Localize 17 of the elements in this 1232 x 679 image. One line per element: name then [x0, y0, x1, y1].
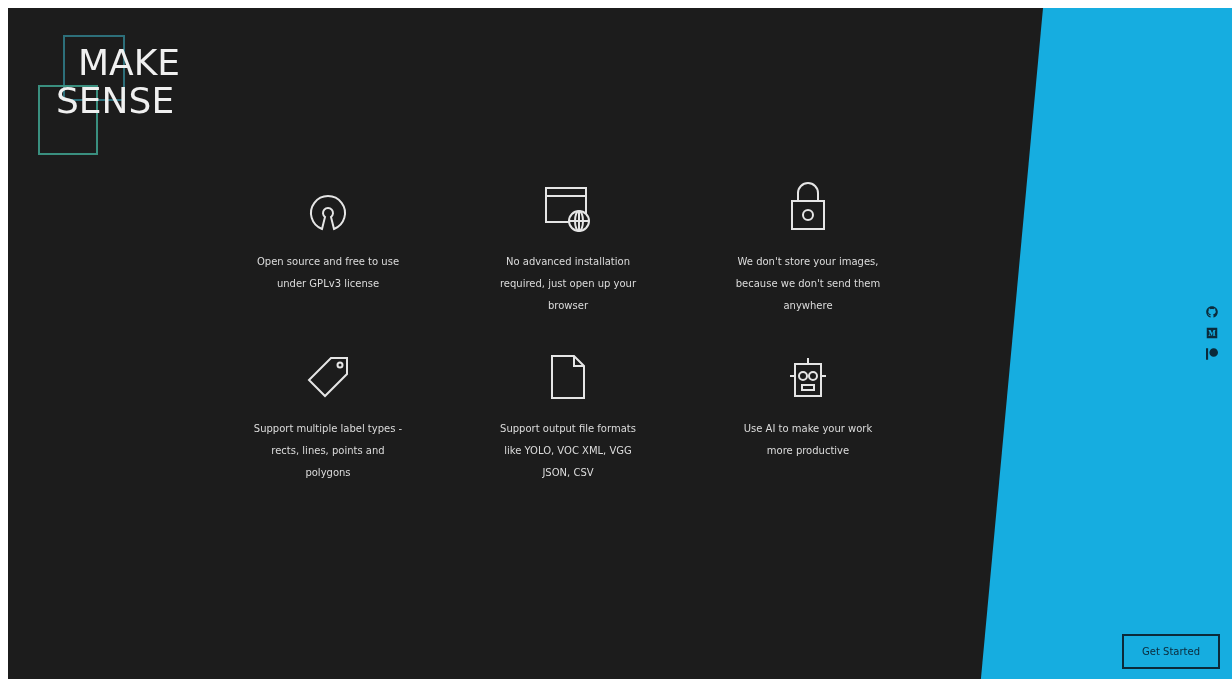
feature-description: Support multiple label types - rects, lines, points and polygons — [253, 422, 403, 480]
p-logo-icon[interactable] — [1206, 348, 1218, 360]
open-source-icon — [308, 193, 348, 233]
feature-description: Use AI to make your work more productive — [742, 422, 874, 458]
get-started-button[interactable]: Get Started — [1122, 634, 1220, 669]
browser-globe-icon — [543, 185, 593, 233]
feature-description: We don't store your images, because we don't send them anywhere — [734, 255, 882, 313]
feature-description: No advanced installation required, just open up your browser — [498, 255, 638, 313]
feature-description: Support output file formats like YOLO, VOC XML, VGG JSON, CSV — [499, 422, 637, 480]
octocat-icon[interactable] — [1206, 306, 1218, 318]
logo-text: SENSE — [56, 81, 176, 120]
document-icon — [550, 354, 586, 400]
padlock-icon — [788, 181, 828, 233]
m-logo-icon[interactable] — [1206, 327, 1218, 339]
feature-description: Open source and free to use under GPLv3 license — [255, 255, 401, 291]
tag-icon — [305, 354, 351, 400]
logo-text: MAKE — [77, 44, 181, 82]
